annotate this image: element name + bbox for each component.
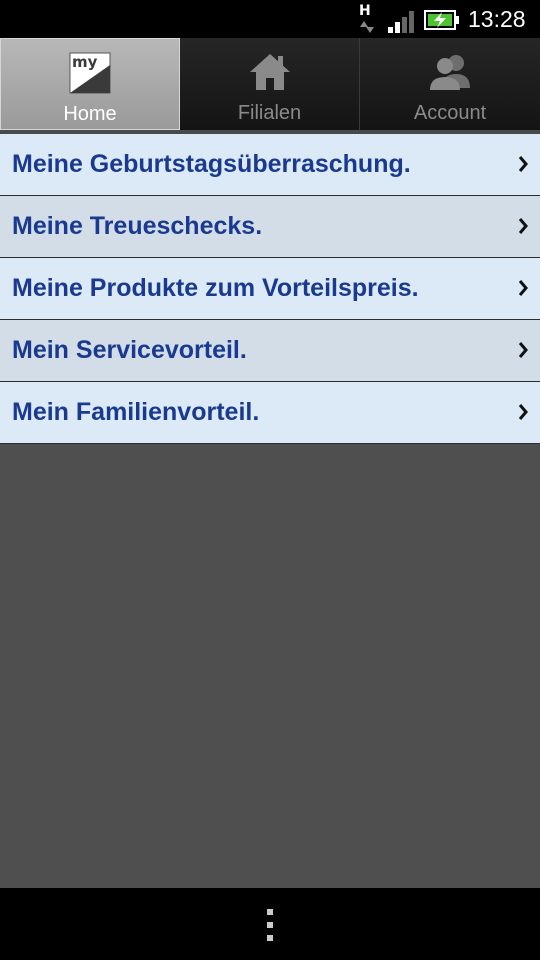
signal-strength-icon <box>388 11 414 33</box>
battery-charging-icon <box>424 10 459 30</box>
menu-item-products-advantage-price[interactable]: Meine Produkte zum Vorteilspreis. <box>0 258 540 320</box>
menu-item-service-advantage[interactable]: Mein Servicevorteil. <box>0 320 540 382</box>
chevron-right-icon <box>518 342 528 358</box>
menu-item-label: Mein Servicevorteil. <box>12 336 247 364</box>
network-h-icon: H <box>359 3 374 33</box>
menu-item-loyalty-checks[interactable]: Meine Treueschecks. <box>0 196 540 258</box>
my-logo-icon: my <box>69 52 111 94</box>
chevron-right-icon <box>518 280 528 296</box>
chevron-right-icon <box>518 218 528 234</box>
tab-account-label: Account <box>413 102 487 124</box>
tab-filialen[interactable]: Filialen <box>180 38 360 130</box>
people-icon <box>430 55 470 90</box>
menu-item-family-advantage[interactable]: Mein Familienvorteil. <box>0 382 540 444</box>
home-icon <box>249 54 290 90</box>
menu-item-label: Meine Produkte zum Vorteilspreis. <box>12 274 419 302</box>
tab-bar: my Home Filialen Account <box>0 38 540 130</box>
svg-text:my: my <box>72 53 98 71</box>
svg-text:H: H <box>359 3 371 19</box>
content-area: Meine Geburtstagsüberraschung. Meine Tre… <box>0 134 540 888</box>
menu-item-label: Meine Treueschecks. <box>12 212 263 240</box>
navigation-bar <box>0 888 540 960</box>
chevron-right-icon <box>518 404 528 420</box>
chevron-right-icon <box>518 156 528 172</box>
tab-home-label: Home <box>63 103 117 125</box>
menu-item-birthday-surprise[interactable]: Meine Geburtstagsüberraschung. <box>0 134 540 196</box>
tab-filialen-label: Filialen <box>237 102 302 124</box>
menu-item-label: Mein Familienvorteil. <box>12 398 260 426</box>
menu-list: Meine Geburtstagsüberraschung. Meine Tre… <box>0 134 540 444</box>
overflow-menu-icon[interactable] <box>264 908 276 942</box>
status-bar: H 13:28 <box>0 0 540 38</box>
clock: 13:28 <box>468 6 526 32</box>
tab-home[interactable]: my Home <box>0 38 180 130</box>
menu-item-label: Meine Geburtstagsüberraschung. <box>12 150 411 178</box>
tab-account[interactable]: Account <box>360 38 540 130</box>
